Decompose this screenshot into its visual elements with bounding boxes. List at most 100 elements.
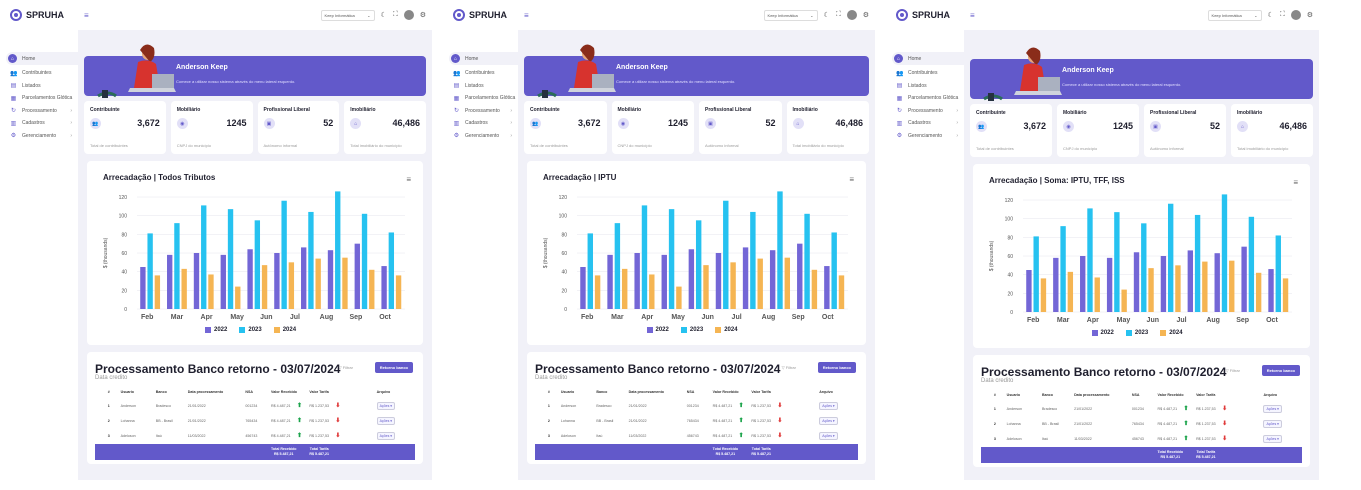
bar-2024[interactable] bbox=[261, 265, 268, 309]
moon-icon[interactable]: ☾ bbox=[381, 11, 387, 19]
chart-menu-icon[interactable]: ≡ bbox=[1293, 178, 1298, 187]
bar-2024[interactable] bbox=[181, 268, 187, 309]
bar-2022[interactable] bbox=[1268, 269, 1274, 312]
sidebar-item-contribuintes[interactable]: 👥 Contribuintes bbox=[0, 67, 78, 80]
chart-menu-icon[interactable]: ≡ bbox=[849, 175, 854, 184]
bar-2022[interactable] bbox=[769, 250, 776, 309]
bank-return-button[interactable]: Retorno banco bbox=[1261, 365, 1300, 376]
sidebar-item-processamento[interactable]: ↻ Processamento › bbox=[886, 105, 964, 118]
organization-select[interactable]: Keep Informática ⌄ bbox=[320, 9, 375, 21]
bar-2022[interactable] bbox=[327, 250, 334, 309]
gear-icon[interactable]: ⚙ bbox=[420, 11, 426, 19]
bar-2022[interactable] bbox=[1160, 256, 1167, 312]
bar-2022[interactable] bbox=[247, 249, 253, 309]
bar-2023[interactable] bbox=[361, 213, 368, 309]
actions-dropdown[interactable]: Ações ▾ bbox=[1263, 405, 1282, 413]
organization-select[interactable]: Keep Informática ⌄ bbox=[1207, 9, 1262, 21]
app-logo[interactable]: SPRUHA bbox=[0, 0, 78, 30]
legend-item-2024[interactable]: 2024 bbox=[273, 327, 296, 333]
menu-toggle-icon[interactable]: ≡ bbox=[970, 11, 975, 20]
table-row[interactable]: 3 Adeloson Itaú 11/03/2022 456743 R$ 4.487,21… bbox=[535, 430, 858, 442]
legend-item-2024[interactable]: 2024 bbox=[715, 327, 738, 333]
bar-2022[interactable] bbox=[381, 266, 387, 309]
menu-toggle-icon[interactable]: ≡ bbox=[84, 11, 89, 20]
bar-2024[interactable] bbox=[703, 265, 709, 309]
filter-button[interactable]: ▽ Filtrar bbox=[782, 365, 796, 370]
fullscreen-icon[interactable]: ⛶ bbox=[1280, 11, 1285, 19]
bar-2023[interactable] bbox=[777, 191, 783, 309]
bar-2024[interactable] bbox=[1040, 278, 1047, 312]
bar-2022[interactable] bbox=[140, 267, 146, 309]
bar-2023[interactable] bbox=[1248, 216, 1255, 312]
bar-2024[interactable] bbox=[315, 258, 321, 309]
bar-2024[interactable] bbox=[838, 275, 845, 309]
bar-2024[interactable] bbox=[1282, 278, 1289, 312]
table-row[interactable]: 2 Lohanna BB - Brasil 21/01/2022 765434 R$ 4.… bbox=[535, 415, 858, 427]
bar-2024[interactable] bbox=[1255, 272, 1262, 312]
bar-2024[interactable] bbox=[649, 274, 655, 309]
bar-2022[interactable] bbox=[1106, 257, 1113, 312]
bar-2024[interactable] bbox=[1175, 265, 1181, 312]
sidebar-item-home[interactable]: ⌂ Home bbox=[6, 52, 78, 65]
organization-select[interactable]: Keep Informática ⌄ bbox=[763, 9, 818, 21]
bar-2023[interactable] bbox=[750, 211, 756, 309]
bar-2023[interactable] bbox=[281, 200, 287, 309]
table-row[interactable]: 2 Lohanna BB - Brasil 21/01/2022 765434 R$ 4.… bbox=[95, 415, 415, 427]
bar-2023[interactable] bbox=[1114, 212, 1120, 312]
sidebar-item-contribuintes[interactable]: 👥 Contribuintes bbox=[443, 67, 518, 80]
bar-2023[interactable] bbox=[1275, 235, 1281, 312]
filter-button[interactable]: ▽ Filtrar bbox=[1226, 368, 1240, 373]
actions-dropdown[interactable]: Ações ▾ bbox=[1263, 420, 1282, 428]
bar-2023[interactable] bbox=[388, 232, 395, 309]
chart-menu-icon[interactable]: ≡ bbox=[406, 175, 411, 184]
bar-2024[interactable] bbox=[757, 258, 763, 309]
legend-item-2022[interactable]: 2022 bbox=[205, 327, 227, 333]
bar-2024[interactable] bbox=[1067, 271, 1074, 312]
bar-2022[interactable] bbox=[607, 254, 613, 309]
sidebar-item-parcelamentos[interactable]: ▦ Parcelamentos Glótica bbox=[443, 92, 518, 105]
bar-2022[interactable] bbox=[824, 266, 830, 309]
legend-item-2024[interactable]: 2024 bbox=[1160, 330, 1183, 336]
bar-2024[interactable] bbox=[395, 275, 402, 309]
menu-toggle-icon[interactable]: ≡ bbox=[524, 11, 529, 20]
bar-2023[interactable] bbox=[804, 213, 810, 309]
sidebar-item-cadastros[interactable]: ▥ Cadastros › bbox=[0, 117, 78, 130]
bar-2022[interactable] bbox=[220, 254, 226, 309]
sidebar-item-listados[interactable]: ▤ Listados bbox=[443, 80, 518, 93]
bar-2024[interactable] bbox=[784, 257, 791, 309]
bar-2022[interactable] bbox=[1026, 270, 1032, 312]
sidebar-item-listados[interactable]: ▤ Listados bbox=[0, 80, 78, 93]
bar-2023[interactable] bbox=[1087, 208, 1093, 312]
bar-2023[interactable] bbox=[831, 232, 837, 309]
bar-2022[interactable] bbox=[797, 243, 803, 309]
sidebar-item-cadastros[interactable]: ▥ Cadastros › bbox=[886, 117, 964, 130]
actions-dropdown[interactable]: Ações ▾ bbox=[819, 432, 838, 440]
legend-item-2022[interactable]: 2022 bbox=[1091, 330, 1114, 336]
legend-item-2023[interactable]: 2023 bbox=[239, 327, 262, 333]
bar-2023[interactable] bbox=[1194, 214, 1201, 312]
app-logo[interactable]: SPRUHA bbox=[443, 0, 518, 30]
avatar[interactable] bbox=[1290, 10, 1301, 20]
bar-2023[interactable] bbox=[1033, 236, 1039, 312]
actions-dropdown[interactable]: Ações ▾ bbox=[819, 402, 838, 410]
moon-icon[interactable]: ☾ bbox=[824, 11, 830, 19]
sidebar-item-parcelamentos[interactable]: ▦ Parcelamentos Glótica bbox=[886, 92, 964, 105]
filter-button[interactable]: ▽ Filtrar bbox=[339, 365, 353, 370]
table-row[interactable]: 2 Lohanna BB - Brasil 21/01/2022 765434 R$ 4.… bbox=[981, 418, 1302, 430]
bar-2023[interactable] bbox=[1141, 223, 1147, 312]
actions-dropdown[interactable]: Ações ▾ bbox=[376, 432, 396, 440]
bar-2023[interactable] bbox=[174, 223, 180, 309]
bar-2023[interactable] bbox=[1060, 226, 1066, 312]
bar-2022[interactable] bbox=[1080, 256, 1086, 312]
sidebar-item-gerenciamento[interactable]: ⚙ Gerenciamento › bbox=[886, 130, 964, 143]
fullscreen-icon[interactable]: ⛶ bbox=[393, 11, 398, 19]
bar-2023[interactable] bbox=[147, 233, 153, 309]
bar-2022[interactable] bbox=[1187, 250, 1194, 312]
sidebar-item-processamento[interactable]: ↻ Processamento › bbox=[443, 105, 518, 118]
bar-2022[interactable] bbox=[1053, 257, 1059, 312]
bank-return-button[interactable]: Retorno banco bbox=[817, 362, 856, 373]
bar-2023[interactable] bbox=[614, 223, 621, 309]
bar-2024[interactable] bbox=[235, 286, 241, 309]
legend-item-2022[interactable]: 2022 bbox=[646, 327, 669, 333]
gear-icon[interactable]: ⚙ bbox=[1307, 11, 1313, 19]
